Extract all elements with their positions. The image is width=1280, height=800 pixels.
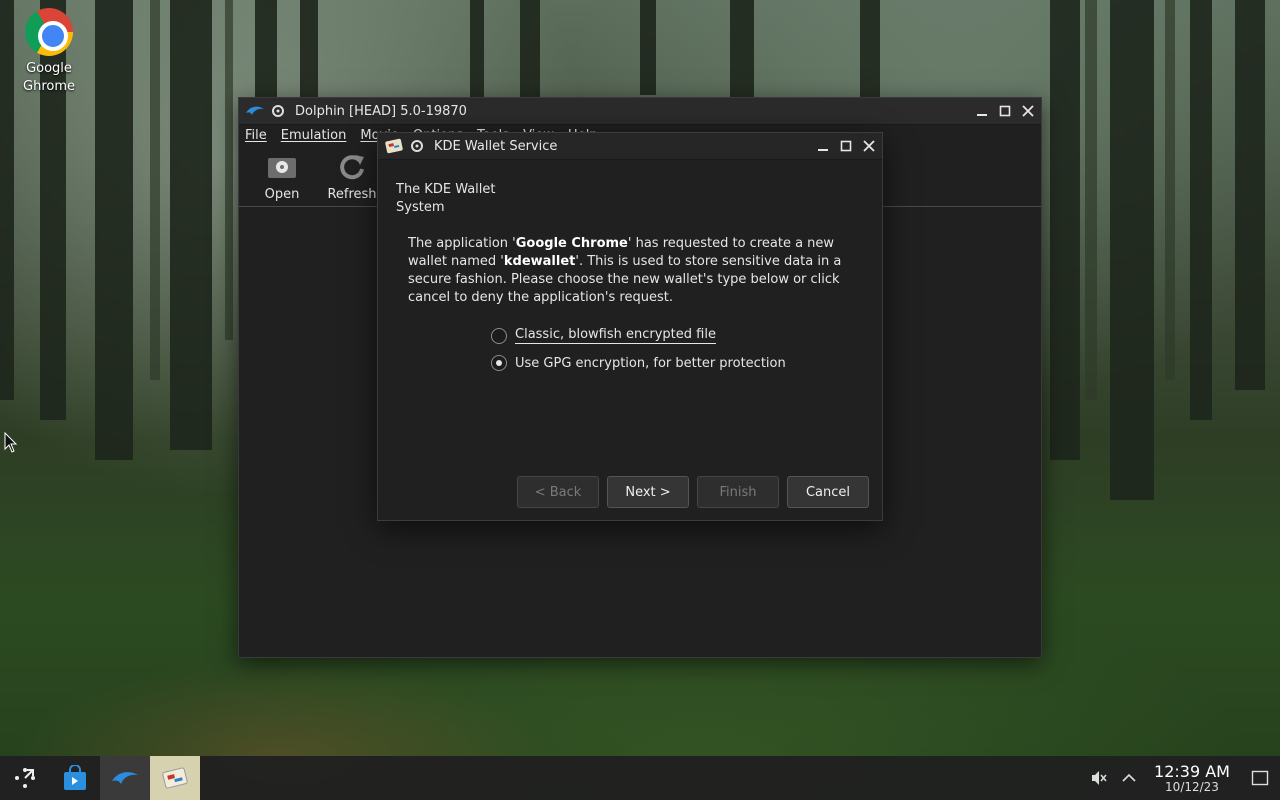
close-button[interactable] [861, 139, 876, 154]
taskbar-kde-wallet[interactable] [150, 756, 200, 800]
clock-time: 12:39 AM [1154, 761, 1230, 781]
maximize-button[interactable] [838, 139, 853, 154]
dolphin-titlebar[interactable]: Dolphin [HEAD] 5.0-19870 [239, 98, 1041, 125]
option-label: Use GPG encryption, for better protectio… [515, 355, 786, 371]
kde-wallet-dialog: KDE Wallet Service The KDE Wallet System… [377, 132, 883, 521]
desktop-icon-chrome[interactable]: Google Ghrome [8, 8, 90, 96]
radio-button-selected[interactable] [491, 355, 507, 371]
finish-button[interactable]: Finish [697, 476, 779, 508]
wallet-header: The KDE Wallet System [396, 182, 496, 215]
wallet-titlebar[interactable]: KDE Wallet Service [378, 133, 882, 160]
next-button[interactable]: Next > [607, 476, 689, 508]
taskbar-discover[interactable] [50, 756, 100, 800]
dolphin-icon [112, 772, 138, 784]
message-text: The application ' [408, 236, 516, 251]
dolphin-icon [245, 103, 265, 119]
dialog-title: KDE Wallet Service [434, 138, 558, 154]
cancel-button[interactable]: Cancel [787, 476, 869, 508]
radio-button[interactable] [491, 327, 507, 344]
taskbar-dolphin[interactable] [100, 756, 150, 800]
mouse-cursor-icon [4, 432, 18, 453]
digital-clock[interactable]: 12:39 AM 10/12/23 [1152, 763, 1232, 794]
option-gpg-encryption[interactable]: Use GPG encryption, for better protectio… [491, 355, 786, 371]
clock-date: 10/12/23 [1165, 779, 1219, 794]
desktop-icon-label-line1: Google [26, 61, 72, 76]
wallet-icon [384, 138, 404, 154]
desktop-icon-label: Google Ghrome [8, 60, 90, 96]
application-launcher[interactable] [0, 756, 50, 800]
pin-icon[interactable] [410, 139, 424, 153]
muted-volume-icon[interactable] [1084, 769, 1114, 787]
refresh-button[interactable]: Refresh [327, 151, 377, 202]
menu-emulation[interactable]: Emulation [281, 128, 347, 143]
store-icon [64, 765, 86, 790]
refresh-label: Refresh [327, 187, 377, 202]
wallet-message: The application 'Google Chrome' has requ… [408, 235, 848, 307]
taskbar: 12:39 AM 10/12/23 [0, 756, 1280, 800]
maximize-button[interactable] [997, 104, 1012, 119]
chrome-icon [25, 8, 73, 56]
wallet-name: kdewallet [503, 254, 576, 269]
system-tray: 12:39 AM 10/12/23 [1084, 756, 1280, 800]
wallet-icon [162, 767, 188, 789]
launcher-icon [15, 768, 35, 788]
minimize-button[interactable] [815, 139, 830, 154]
refresh-icon [336, 151, 368, 183]
open-button[interactable]: Open [257, 151, 307, 202]
back-button[interactable]: < Back [517, 476, 599, 508]
chevron-up-icon[interactable] [1114, 773, 1144, 783]
minimize-button[interactable] [974, 104, 989, 119]
window-title: Dolphin [HEAD] 5.0-19870 [295, 103, 467, 119]
option-classic-blowfish[interactable]: Classic, blowfish encrypted file [491, 327, 716, 344]
app-name: Google Chrome [515, 236, 628, 251]
pin-icon[interactable] [271, 104, 285, 118]
desktop-icon[interactable] [1240, 770, 1280, 786]
menu-file[interactable]: File [245, 128, 267, 143]
open-disc-icon [266, 151, 298, 183]
close-button[interactable] [1020, 104, 1035, 119]
desktop-icon-label-line2: Ghrome [23, 79, 75, 94]
open-label: Open [264, 187, 300, 202]
option-label: Classic, blowfish encrypted file [515, 327, 716, 344]
